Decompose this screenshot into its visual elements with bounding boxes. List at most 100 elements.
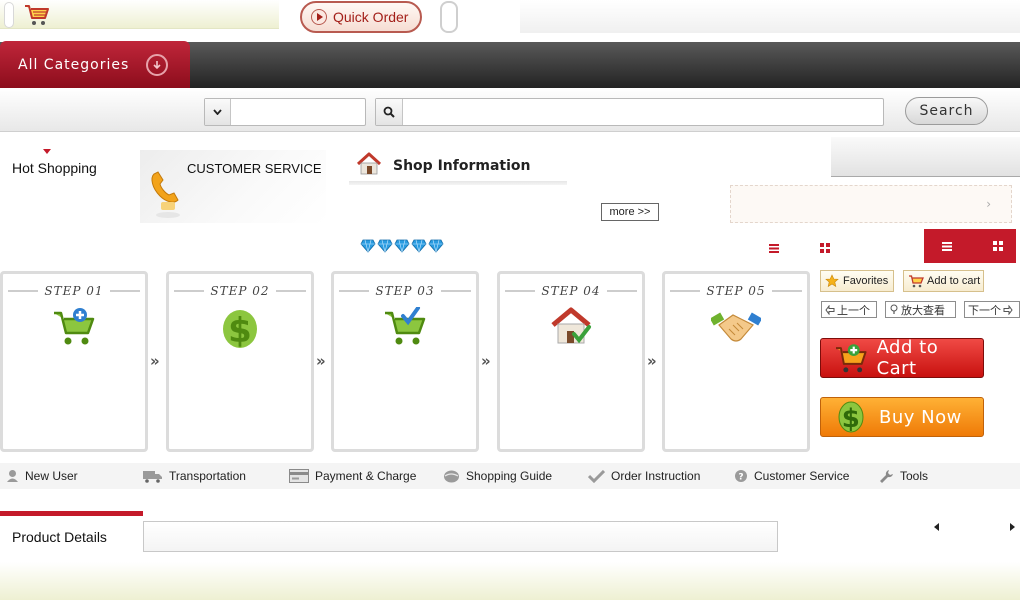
help-menu-order-instruction[interactable]: Order Instruction [588, 469, 700, 483]
search-box[interactable] [375, 98, 884, 126]
caret-left-icon[interactable] [934, 523, 939, 531]
header-toggle[interactable] [440, 1, 458, 33]
notice-box[interactable]: › [730, 185, 1012, 223]
handshake-icon [709, 307, 763, 351]
shopping-cart-icon[interactable] [24, 3, 50, 31]
all-categories-label: All Categories [18, 56, 130, 73]
help-menu-payment[interactable]: Payment & Charge [289, 469, 416, 483]
favorites-button[interactable]: Favorites [820, 270, 894, 292]
list-view-icon[interactable] [941, 240, 953, 252]
dollar-icon: $ [838, 401, 864, 434]
help-menu-shopping-guide[interactable]: Shopping Guide [443, 469, 552, 483]
card-icon [289, 469, 309, 483]
chevron-right-icon: › [986, 197, 991, 211]
help-menu-tools[interactable]: Tools [879, 469, 928, 483]
dollar-icon: $ [220, 307, 260, 355]
step-card-5: STEP 05 [662, 271, 810, 452]
tab-product-details[interactable]: Product Details [0, 511, 143, 552]
help-menu-customer-service[interactable]: ? Customer Service [734, 469, 849, 483]
check-icon [588, 469, 605, 483]
next-label: 下一个 [968, 303, 1001, 317]
header-right-panel [520, 0, 1020, 33]
add-to-cart-label: Add to Cart [876, 337, 939, 379]
grid-view-icon[interactable] [992, 240, 1004, 252]
category-select[interactable] [204, 98, 366, 126]
step-card-2: STEP 02 $ [166, 271, 314, 452]
step-card-1: STEP 01 [0, 271, 148, 452]
help-menu-transportation[interactable]: Transportation [143, 469, 246, 483]
globe-icon [444, 470, 459, 483]
help-menu-label: Payment & Charge [315, 469, 417, 483]
wrench-icon [880, 470, 893, 483]
category-field[interactable] [232, 100, 364, 124]
step-label: STEP 03 [334, 284, 476, 298]
zoom-button[interactable]: 放大查看 [885, 301, 956, 318]
quick-order-button[interactable]: Quick Order [300, 1, 422, 33]
help-menu-label: Tools [900, 469, 929, 483]
help-menu-label: Shopping Guide [466, 469, 553, 483]
buy-now-label: Buy Now [879, 406, 962, 428]
mini-cart-strip[interactable] [0, 0, 279, 29]
prev-label: 上一个 [837, 303, 870, 317]
play-icon [311, 9, 327, 25]
product-tab-bar [143, 521, 778, 552]
shop-information-title: Shop Information [393, 158, 531, 174]
help-menu-new-user[interactable]: New User [6, 469, 78, 483]
buy-now-button[interactable]: $ Buy Now [820, 397, 984, 437]
search-input[interactable] [404, 100, 882, 124]
hot-shopping-link[interactable]: Hot Shopping [12, 160, 97, 176]
add-to-cart-small-button[interactable]: Add to cart [903, 270, 984, 292]
step-label: STEP 04 [500, 284, 642, 298]
grid-view-icon[interactable] [819, 239, 831, 258]
house-check-icon [549, 307, 593, 351]
help-menu-label: Customer Service [754, 469, 850, 483]
all-categories-tab[interactable]: All Categories [0, 41, 190, 88]
house-icon [356, 152, 382, 180]
step-label: STEP 02 [169, 284, 311, 298]
more-button[interactable]: more >> [601, 203, 659, 221]
caret-right-icon[interactable] [1010, 523, 1015, 531]
arrow-left-icon [825, 304, 835, 315]
list-view-icon[interactable] [768, 239, 780, 258]
help-menu-label: Transportation [169, 469, 246, 483]
diamond-icon [428, 239, 444, 253]
diamond-icon [377, 239, 393, 253]
star-icon [825, 274, 839, 288]
phone-icon [148, 168, 182, 224]
cart-icon [909, 275, 924, 288]
arrow-right-icon [1003, 304, 1013, 315]
chevron-down-icon[interactable] [205, 99, 231, 125]
diamond-icon [411, 239, 427, 253]
zoom-label: 放大查看 [901, 303, 945, 317]
step-arrow: » [481, 352, 491, 370]
next-button[interactable]: 下一个 [964, 301, 1020, 318]
step-card-4: STEP 04 [497, 271, 645, 452]
step-card-3: STEP 03 [331, 271, 479, 452]
prev-button[interactable]: 上一个 [821, 301, 877, 318]
help-icon: ? [735, 470, 747, 483]
diamond-icon [394, 239, 410, 253]
cart-add-icon [835, 344, 867, 373]
cart-check-icon [383, 306, 427, 351]
cart-strip-handle [4, 2, 14, 28]
divider [349, 181, 567, 185]
user-icon [7, 470, 18, 482]
svg-text:$: $ [842, 404, 861, 434]
favorites-label: Favorites [843, 275, 889, 287]
side-panel-header [831, 137, 1020, 177]
footer-band [0, 562, 1020, 600]
cart-add-icon [52, 307, 96, 351]
step-arrow: » [150, 352, 160, 370]
search-icon[interactable] [376, 99, 403, 125]
help-menu-label: Order Instruction [611, 469, 701, 483]
view-toggle-bar [924, 229, 1016, 263]
help-menu-label: New User [25, 469, 78, 483]
add-to-cart-button[interactable]: Add to Cart [820, 337, 984, 379]
caret-icon [43, 149, 51, 154]
svg-text:$: $ [228, 311, 252, 351]
step-label: STEP 01 [3, 284, 145, 298]
diamond-icon [360, 239, 376, 253]
step-arrow: » [647, 352, 657, 370]
quick-order-label: Quick Order [333, 9, 409, 25]
search-button[interactable]: Search [905, 97, 988, 125]
